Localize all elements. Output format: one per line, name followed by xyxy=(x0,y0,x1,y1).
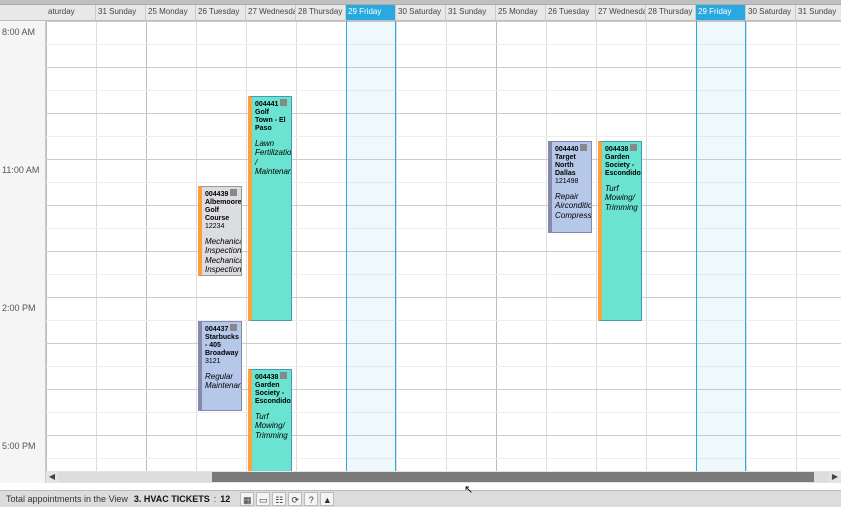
recurring-icon xyxy=(230,324,237,331)
day-header-row: aturday31 Sunday25 Monday26 Tuesday27 We… xyxy=(0,5,841,21)
help-icon[interactable]: ? xyxy=(304,492,318,506)
appointment-ticket: 004439 xyxy=(205,191,228,198)
status-count: 12 xyxy=(220,494,230,504)
recurring-icon xyxy=(630,144,637,151)
status-filter[interactable]: 3. HVAC TICKETS xyxy=(134,494,210,504)
appointment-description: Mechanical Inspection Mechanical Inspect… xyxy=(205,237,238,274)
appointment-location: 3121 xyxy=(205,358,238,366)
day-header[interactable]: 27 Wednesday xyxy=(246,5,296,21)
day-header[interactable]: 31 Sunday xyxy=(796,5,841,21)
image-icon[interactable]: ▭ xyxy=(256,492,270,506)
scroll-track[interactable] xyxy=(58,472,829,482)
day-header[interactable]: 28 Thursday xyxy=(296,5,346,21)
day-header[interactable]: 27 Wednesday xyxy=(596,5,646,21)
appointment[interactable]: 004439Albemoore Golf Course12234 Mechanic… xyxy=(198,186,242,276)
day-header[interactable]: 30 Saturday xyxy=(396,5,446,21)
appointment[interactable]: 004438Garden Society - Escondido Turf Mow… xyxy=(248,369,292,481)
status-label: Total appointments in the View xyxy=(6,494,128,504)
appointment-description: Regular Maintenance xyxy=(205,372,238,390)
appointment[interactable]: 004437Starbucks - 405 Broadway3121 Regula… xyxy=(198,321,242,411)
bell-icon[interactable]: ▲ xyxy=(320,492,334,506)
day-header[interactable]: 26 Tuesday xyxy=(546,5,596,21)
form-icon[interactable]: ☷ xyxy=(272,492,286,506)
day-header[interactable]: 25 Monday xyxy=(496,5,546,21)
day-header[interactable]: aturday xyxy=(46,5,96,21)
day-header[interactable]: 26 Tuesday xyxy=(196,5,246,21)
appointment-customer: Garden Society - Escondido xyxy=(605,154,638,178)
time-label: 2:00 PM xyxy=(2,303,36,313)
day-header[interactable]: 29 Friday xyxy=(696,5,746,21)
scroll-left-arrow[interactable]: ◀ xyxy=(46,471,58,483)
calendar-grid[interactable]: 004439Albemoore Golf Course12234 Mechanic… xyxy=(46,21,841,483)
appointment-location: 121498 xyxy=(555,178,588,186)
appointment-customer: Albemoore Golf Course xyxy=(205,199,238,223)
footer-icons: ▦▭☷⟳?▲ xyxy=(240,492,336,506)
recurring-icon xyxy=(580,144,587,151)
status-bar: Total appointments in the View 3. HVAC T… xyxy=(0,490,841,507)
appointment-customer: Starbucks - 405 Broadway xyxy=(205,334,238,358)
appointment-description: Lawn Fertilization / Maintenance xyxy=(255,139,288,176)
selected-day-column xyxy=(346,21,396,483)
appointment-ticket: 004438 xyxy=(255,374,278,381)
appointment-description: Repair Airconditioning Compressor xyxy=(555,192,588,220)
day-header[interactable]: 28 Thursday xyxy=(646,5,696,21)
scroll-right-arrow[interactable]: ▶ xyxy=(829,471,841,483)
appointment-ticket: 004441 xyxy=(255,101,278,108)
header-spacer xyxy=(0,5,46,21)
selected-day-column xyxy=(696,21,746,483)
day-header[interactable]: 30 Saturday xyxy=(746,5,796,21)
day-header[interactable]: 29 Friday xyxy=(346,5,396,21)
time-label: 11:00 AM xyxy=(2,165,39,175)
recurring-icon xyxy=(280,99,287,106)
calendar-view: aturday31 Sunday25 Monday26 Tuesday27 We… xyxy=(0,5,841,483)
day-header[interactable]: 31 Sunday xyxy=(446,5,496,21)
day-header[interactable]: 25 Monday xyxy=(146,5,196,21)
appointment-customer: Golf Town - El Paso xyxy=(255,109,288,133)
appointment-ticket: 004440 xyxy=(555,146,578,153)
appointment-customer: Garden Society - Escondido xyxy=(255,382,288,406)
refresh-icon[interactable]: ⟳ xyxy=(288,492,302,506)
appointment[interactable]: 004441Golf Town - El Paso Lawn Fertilizat… xyxy=(248,96,292,321)
appointment-ticket: 004438 xyxy=(605,146,628,153)
recurring-icon xyxy=(280,372,287,379)
appointment-location: 12234 xyxy=(205,223,238,231)
recurring-icon xyxy=(230,189,237,196)
status-sep: : xyxy=(214,494,217,504)
day-header[interactable]: 31 Sunday xyxy=(96,5,146,21)
window-toolbar xyxy=(0,0,841,5)
time-gutter: 8:00 AM 11:00 AM 2:00 PM 5:00 PM xyxy=(0,5,46,483)
time-label: 8:00 AM xyxy=(2,27,35,37)
horizontal-scrollbar[interactable]: ◀ ▶ xyxy=(46,471,841,483)
excel-icon[interactable]: ▦ xyxy=(240,492,254,506)
appointment-ticket: 004437 xyxy=(205,326,228,333)
appointment-description: Turf Mowing/ Trimming xyxy=(605,184,638,212)
time-label: 5:00 PM xyxy=(2,441,36,451)
appointment[interactable]: 004440Target North Dallas121498 Repair Ai… xyxy=(548,141,592,233)
appointment[interactable]: 004438Garden Society - Escondido Turf Mow… xyxy=(598,141,642,321)
scroll-thumb[interactable] xyxy=(212,472,813,482)
appointment-customer: Target North Dallas xyxy=(555,154,588,178)
appointment-description: Turf Mowing/ Trimming xyxy=(255,412,288,440)
